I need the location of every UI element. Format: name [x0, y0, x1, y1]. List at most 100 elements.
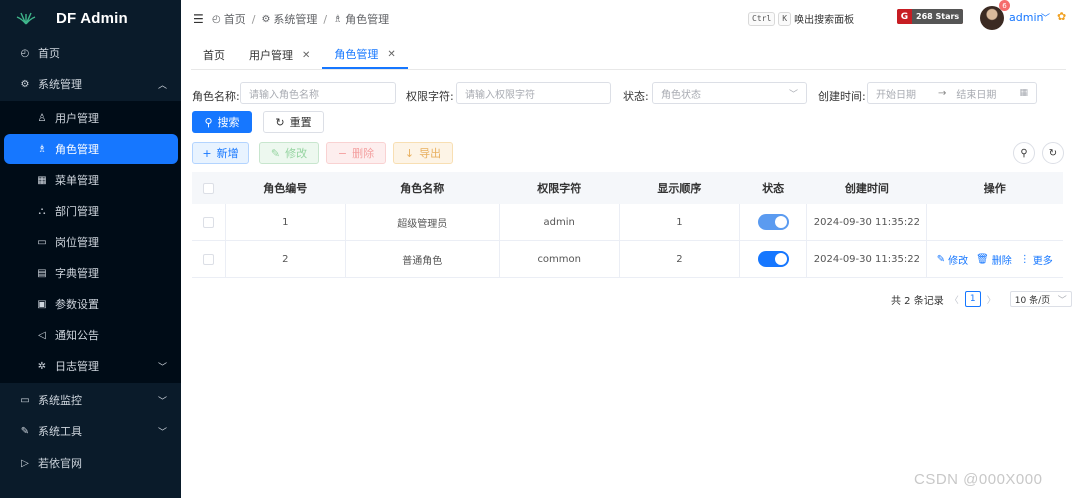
- breadcrumb-item[interactable]: 系统管理: [273, 11, 317, 27]
- tab-roles[interactable]: 角色管理 ✕: [322, 41, 408, 69]
- book-icon: ▤: [37, 267, 47, 279]
- sidebar-item-roles[interactable]: ♗ 角色管理: [4, 134, 178, 164]
- prev-page-icon[interactable]: 〈: [950, 293, 959, 306]
- date-range-input[interactable]: 开始日期 → 结束日期 ▦: [867, 82, 1037, 104]
- gitee-stars-badge[interactable]: G 268 Stars: [897, 9, 964, 24]
- sidebar-item-label: 系统管理: [38, 78, 82, 91]
- kbd-ctrl: Ctrl: [748, 11, 776, 26]
- refresh-icon: ↻: [1048, 147, 1058, 159]
- toggle-search-button[interactable]: ⚲: [1013, 142, 1035, 164]
- arrow-right-icon: →: [938, 87, 947, 99]
- role-key-input[interactable]: 请输入权限字符: [456, 82, 611, 104]
- total-count: 共 2 条记录: [891, 295, 944, 307]
- user-name[interactable]: admin: [1009, 11, 1043, 24]
- close-icon[interactable]: ✕: [302, 50, 310, 61]
- row-checkbox[interactable]: [202, 216, 214, 228]
- status-switch[interactable]: [757, 214, 789, 230]
- notification-badge: 6: [999, 0, 1010, 11]
- tab-label: 用户管理: [249, 49, 293, 62]
- status-label: 状态:: [623, 90, 649, 103]
- operations-cell: ✎ 修改 🗑 删除 ⋮ 更多: [927, 241, 1063, 277]
- row-more-link[interactable]: 更多: [1033, 252, 1053, 267]
- tab-label: 角色管理: [334, 48, 379, 61]
- monitor-icon: ▭: [20, 394, 30, 406]
- sidebar-item-notice[interactable]: ◁ 通知公告: [0, 320, 181, 350]
- search-icon: ⚲: [204, 115, 213, 129]
- sidebar-item-tools[interactable]: ✎ 系统工具 ﹀: [0, 416, 181, 446]
- sidebar-item-label: 角色管理: [55, 143, 99, 156]
- search-button[interactable]: ⚲ 搜索: [192, 111, 252, 133]
- row-delete-link[interactable]: 删除: [992, 252, 1012, 267]
- refresh-button[interactable]: ↻: [1042, 142, 1064, 164]
- sidebar-item-dict[interactable]: ▤ 字典管理: [0, 258, 181, 288]
- column-header: 权限字符: [537, 182, 582, 195]
- status-switch[interactable]: [757, 251, 789, 267]
- roles-table: 角色编号 角色名称 权限字符 显示顺序 状态 创建时间 操作 1 超级管理员 a…: [192, 172, 1063, 278]
- role-id: 1: [226, 204, 346, 240]
- role-name-label: 角色名称:: [192, 90, 240, 103]
- role-order: 1: [620, 204, 740, 240]
- column-header: 角色编号: [263, 182, 308, 195]
- role-key: common: [500, 241, 620, 277]
- delete-button[interactable]: − 删除: [326, 142, 386, 164]
- chevron-down-icon: ﹀: [157, 362, 167, 373]
- tab-users[interactable]: 用户管理 ✕: [237, 41, 322, 69]
- edit-icon: ✎: [270, 146, 281, 160]
- chevron-down-icon: ﹀: [1057, 295, 1067, 306]
- export-button[interactable]: ↓ 导出: [393, 142, 453, 164]
- sidebar-item-label: 系统监控: [38, 394, 82, 407]
- sidebar-item-config[interactable]: ▣ 参数设置: [0, 289, 181, 319]
- menu-fold-icon[interactable]: ☰: [193, 12, 204, 26]
- tool-icon: ✎: [20, 425, 30, 437]
- minus-icon: −: [337, 146, 348, 160]
- sidebar-item-posts[interactable]: ▭ 岗位管理: [0, 227, 181, 257]
- role-name-input[interactable]: 请输入角色名称: [240, 82, 396, 104]
- sidebar-item-label: 部门管理: [55, 205, 99, 218]
- edit-icon[interactable]: ✎: [937, 254, 945, 265]
- trash-icon[interactable]: 🗑: [976, 254, 989, 265]
- sidebar-item-label: 用户管理: [55, 112, 99, 125]
- menu-icon: ▦: [37, 174, 47, 186]
- sidebar: DF Admin ◴ 首页 ⚙ 系统管理 ︿ ♙ 用户管理 ♗ 角色管理 ▦ 菜…: [0, 0, 181, 498]
- post-icon: ▭: [37, 236, 47, 248]
- sidebar-item-menus[interactable]: ▦ 菜单管理: [0, 165, 181, 195]
- page-number[interactable]: 1: [964, 291, 981, 307]
- sidebar-item-label: 岗位管理: [55, 236, 99, 249]
- row-checkbox[interactable]: [202, 253, 214, 265]
- settings-icon[interactable]: ✿: [1057, 10, 1066, 23]
- megaphone-icon: ◁: [38, 329, 46, 341]
- add-button[interactable]: + 新增: [192, 142, 249, 164]
- more-icon[interactable]: ⋮: [1020, 254, 1030, 265]
- close-icon[interactable]: ✕: [387, 49, 395, 60]
- logo[interactable]: DF Admin: [0, 0, 181, 36]
- sidebar-item-home[interactable]: ◴ 首页: [0, 38, 181, 68]
- search-hint-text: 唤出搜索面板: [794, 15, 855, 26]
- row-edit-link[interactable]: 修改: [948, 252, 968, 267]
- search-shortcut[interactable]: Ctrl K 唤出搜索面板: [748, 11, 854, 26]
- sidebar-item-system[interactable]: ⚙ 系统管理 ︿: [0, 69, 181, 99]
- role-name: 超级管理员: [346, 204, 500, 240]
- next-page-icon[interactable]: 〉: [987, 293, 996, 306]
- sidebar-item-label: 若依官网: [38, 457, 82, 470]
- sidebar-item-depts[interactable]: ⛬ 部门管理: [0, 196, 181, 226]
- tab-bar: 首页 用户管理 ✕ 角色管理 ✕: [191, 42, 1066, 70]
- reset-button[interactable]: ↻ 重置: [263, 111, 324, 133]
- select-all-cell[interactable]: [192, 172, 226, 204]
- sidebar-item-users[interactable]: ♙ 用户管理: [0, 103, 181, 133]
- sidebar-item-monitor[interactable]: ▭ 系统监控 ﹀: [0, 385, 181, 415]
- select-all-checkbox[interactable]: [202, 182, 214, 194]
- breadcrumb-item[interactable]: 首页: [224, 11, 246, 27]
- kbd-k: K: [778, 11, 792, 26]
- status-select[interactable]: 角色状态 ﹀: [652, 82, 807, 104]
- pagination: 共 2 条记录 〈 1 〉 10 条/页 ﹀: [891, 291, 1072, 307]
- page-size-select[interactable]: 10 条/页 ﹀: [1009, 291, 1072, 307]
- sidebar-item-website[interactable]: ▷ 若依官网: [0, 448, 181, 478]
- tab-home[interactable]: 首页: [191, 41, 237, 69]
- chevron-down-icon[interactable]: ﹀: [1041, 11, 1050, 24]
- edit-button[interactable]: ✎ 修改: [259, 142, 319, 164]
- sidebar-item-logs[interactable]: ✲ 日志管理 ﹀: [0, 351, 181, 381]
- created-label: 创建时间:: [818, 90, 866, 103]
- column-header: 角色名称: [400, 182, 445, 195]
- log-icon: ✲: [37, 360, 47, 372]
- search-icon: ⚲: [1020, 147, 1028, 159]
